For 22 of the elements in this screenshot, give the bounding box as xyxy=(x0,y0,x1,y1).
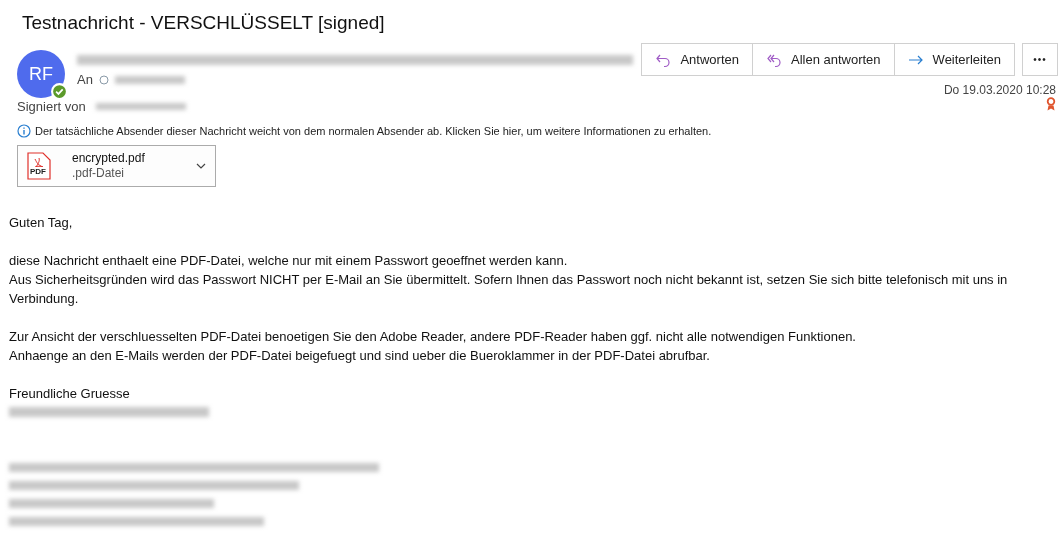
pdf-label: PDF xyxy=(30,167,46,176)
chevron-down-icon[interactable] xyxy=(196,163,206,169)
recipient-label: An xyxy=(77,72,93,87)
body-text: Aus Sicherheitsgründen wird das Passwort NICHT per E-Mail an Sie übermittelt. Sofern Ihnen das Passwort noch nicht bekannt ist, setzen Sie sich bitte telefonisch mit uns in Verbindung. xyxy=(9,271,1009,308)
more-options-button[interactable]: ••• xyxy=(1022,43,1058,76)
body-text: Guten Tag, xyxy=(9,214,74,232)
body-text: Anhaenge an den E-Mails werden der PDF-Datei beigefuegt und sind ueber die Bueroklammer in der PDF-Datei abrufbar. xyxy=(9,347,711,365)
body-text: Freundliche Gruesse xyxy=(9,385,131,403)
sender-mismatch-notice[interactable]: Der tatsächliche Absender dieser Nachricht weicht von dem normalen Absender ab. Klicken Sie hier, um weitere Informationen zu erhalten. xyxy=(35,125,712,137)
redacted-text xyxy=(114,75,185,84)
email-subject: Testnachricht - VERSCHLÜSSELT [signed] xyxy=(21,11,386,35)
signed-by-label: Signiert von xyxy=(17,98,86,114)
body-text: Zur Ansicht der verschluesselten PDF-Datei benoetigen Sie den Adobe Reader, andere PDF-Reader haben ggf. nicht alle notwendigen Funktionen. xyxy=(9,328,857,346)
attachment-card[interactable]: PDF encrypted.pdf .pdf-Datei xyxy=(17,145,216,187)
sender-avatar[interactable]: RF xyxy=(17,50,65,98)
certificate-ribbon-icon[interactable] xyxy=(1046,97,1056,111)
info-icon xyxy=(17,124,31,138)
body-text: diese Nachricht enthaelt eine PDF-Datei, welche nur mit einem Passwort geoeffnet werden kann. xyxy=(9,252,569,270)
sent-date: Do 19.03.2020 10:28 xyxy=(943,83,1056,97)
attachment-type: .pdf-Datei xyxy=(72,166,126,181)
attachment-name: encrypted.pdf xyxy=(72,151,145,166)
presence-circle-icon xyxy=(98,74,109,85)
